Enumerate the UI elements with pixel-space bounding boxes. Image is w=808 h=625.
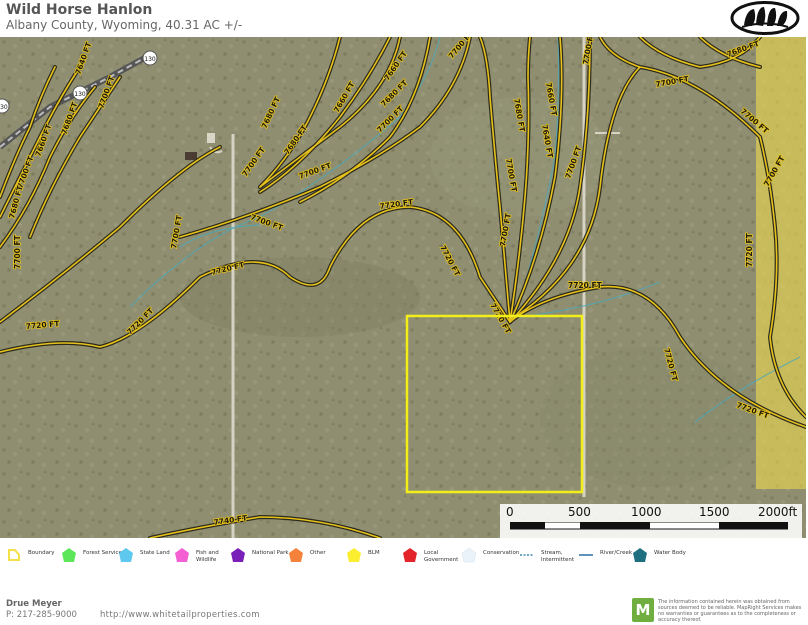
website-link[interactable]: http://www.whitetailproperties.com [100, 610, 260, 620]
legend-swatch-icon [62, 548, 76, 562]
disclaimer: The information contained herein was obt… [658, 599, 802, 623]
page: Wild Horse Hanlon Albany County, Wyoming… [0, 0, 808, 625]
scale-bar-graphic [510, 522, 788, 530]
header: Wild Horse Hanlon Albany County, Wyoming… [0, 0, 808, 36]
scale-label-2000: 2000ft [758, 505, 798, 519]
road-shield-label: 130 [144, 56, 156, 63]
legend-swatch-icon [347, 548, 361, 562]
aerial-map[interactable]: 7720 FT 7720 FT 7720 FT 7720 FT 7720 FT … [0, 37, 806, 538]
legend-label: Stream, Intermittent [541, 550, 575, 563]
mapright-logo-icon: M [632, 598, 654, 622]
agent-phone: P: 217-285-9000 [6, 610, 77, 620]
legend-swatch-icon [403, 548, 417, 562]
legend-swatch-icon [119, 548, 133, 562]
legend-swatch-icon [175, 548, 189, 562]
scale-label-1000: 1000 [631, 505, 662, 519]
blm-land-area[interactable] [756, 37, 806, 489]
legend-swatch-icon [579, 554, 593, 556]
map-canvas: 7720 FT 7720 FT 7720 FT 7720 FT 7720 FT … [0, 37, 806, 538]
scale-label-1500: 1500 [699, 505, 730, 519]
legend-swatch-icon [461, 547, 477, 563]
scale-label-500: 500 [568, 505, 591, 519]
legend-swatch-icon [231, 548, 245, 562]
contour-label: 7720 FT [568, 281, 603, 290]
legend-label: Local Government [424, 550, 459, 563]
page-subtitle: Albany County, Wyoming, 40.31 AC +/- [6, 18, 243, 32]
legend-label: Water Body [654, 550, 686, 556]
contour-label: 7700 FT [13, 234, 22, 269]
page-title: Wild Horse Hanlon [6, 2, 153, 18]
legend-swatch-icon [633, 548, 647, 562]
legend-swatch-icon [520, 554, 534, 556]
legend-swatch-icon [8, 549, 20, 561]
building [185, 152, 197, 160]
road-shield-label: 130 [74, 91, 86, 98]
scale-bar: 0 500 1000 1500 2000ft [500, 504, 802, 538]
map-legend: Boundary Forest Service State Land Fish and… [0, 542, 808, 568]
road-shield-label: 130 [0, 104, 8, 111]
agent-name: Drue Meyer [6, 599, 62, 609]
building [207, 133, 215, 143]
brand-logo-icon [730, 1, 800, 35]
legend-swatch-icon [289, 548, 303, 562]
footer: Drue Meyer P: 217-285-9000 http://www.wh… [0, 596, 808, 625]
contour-label: 7720 FT [745, 232, 754, 267]
scale-label-0: 0 [506, 505, 514, 519]
